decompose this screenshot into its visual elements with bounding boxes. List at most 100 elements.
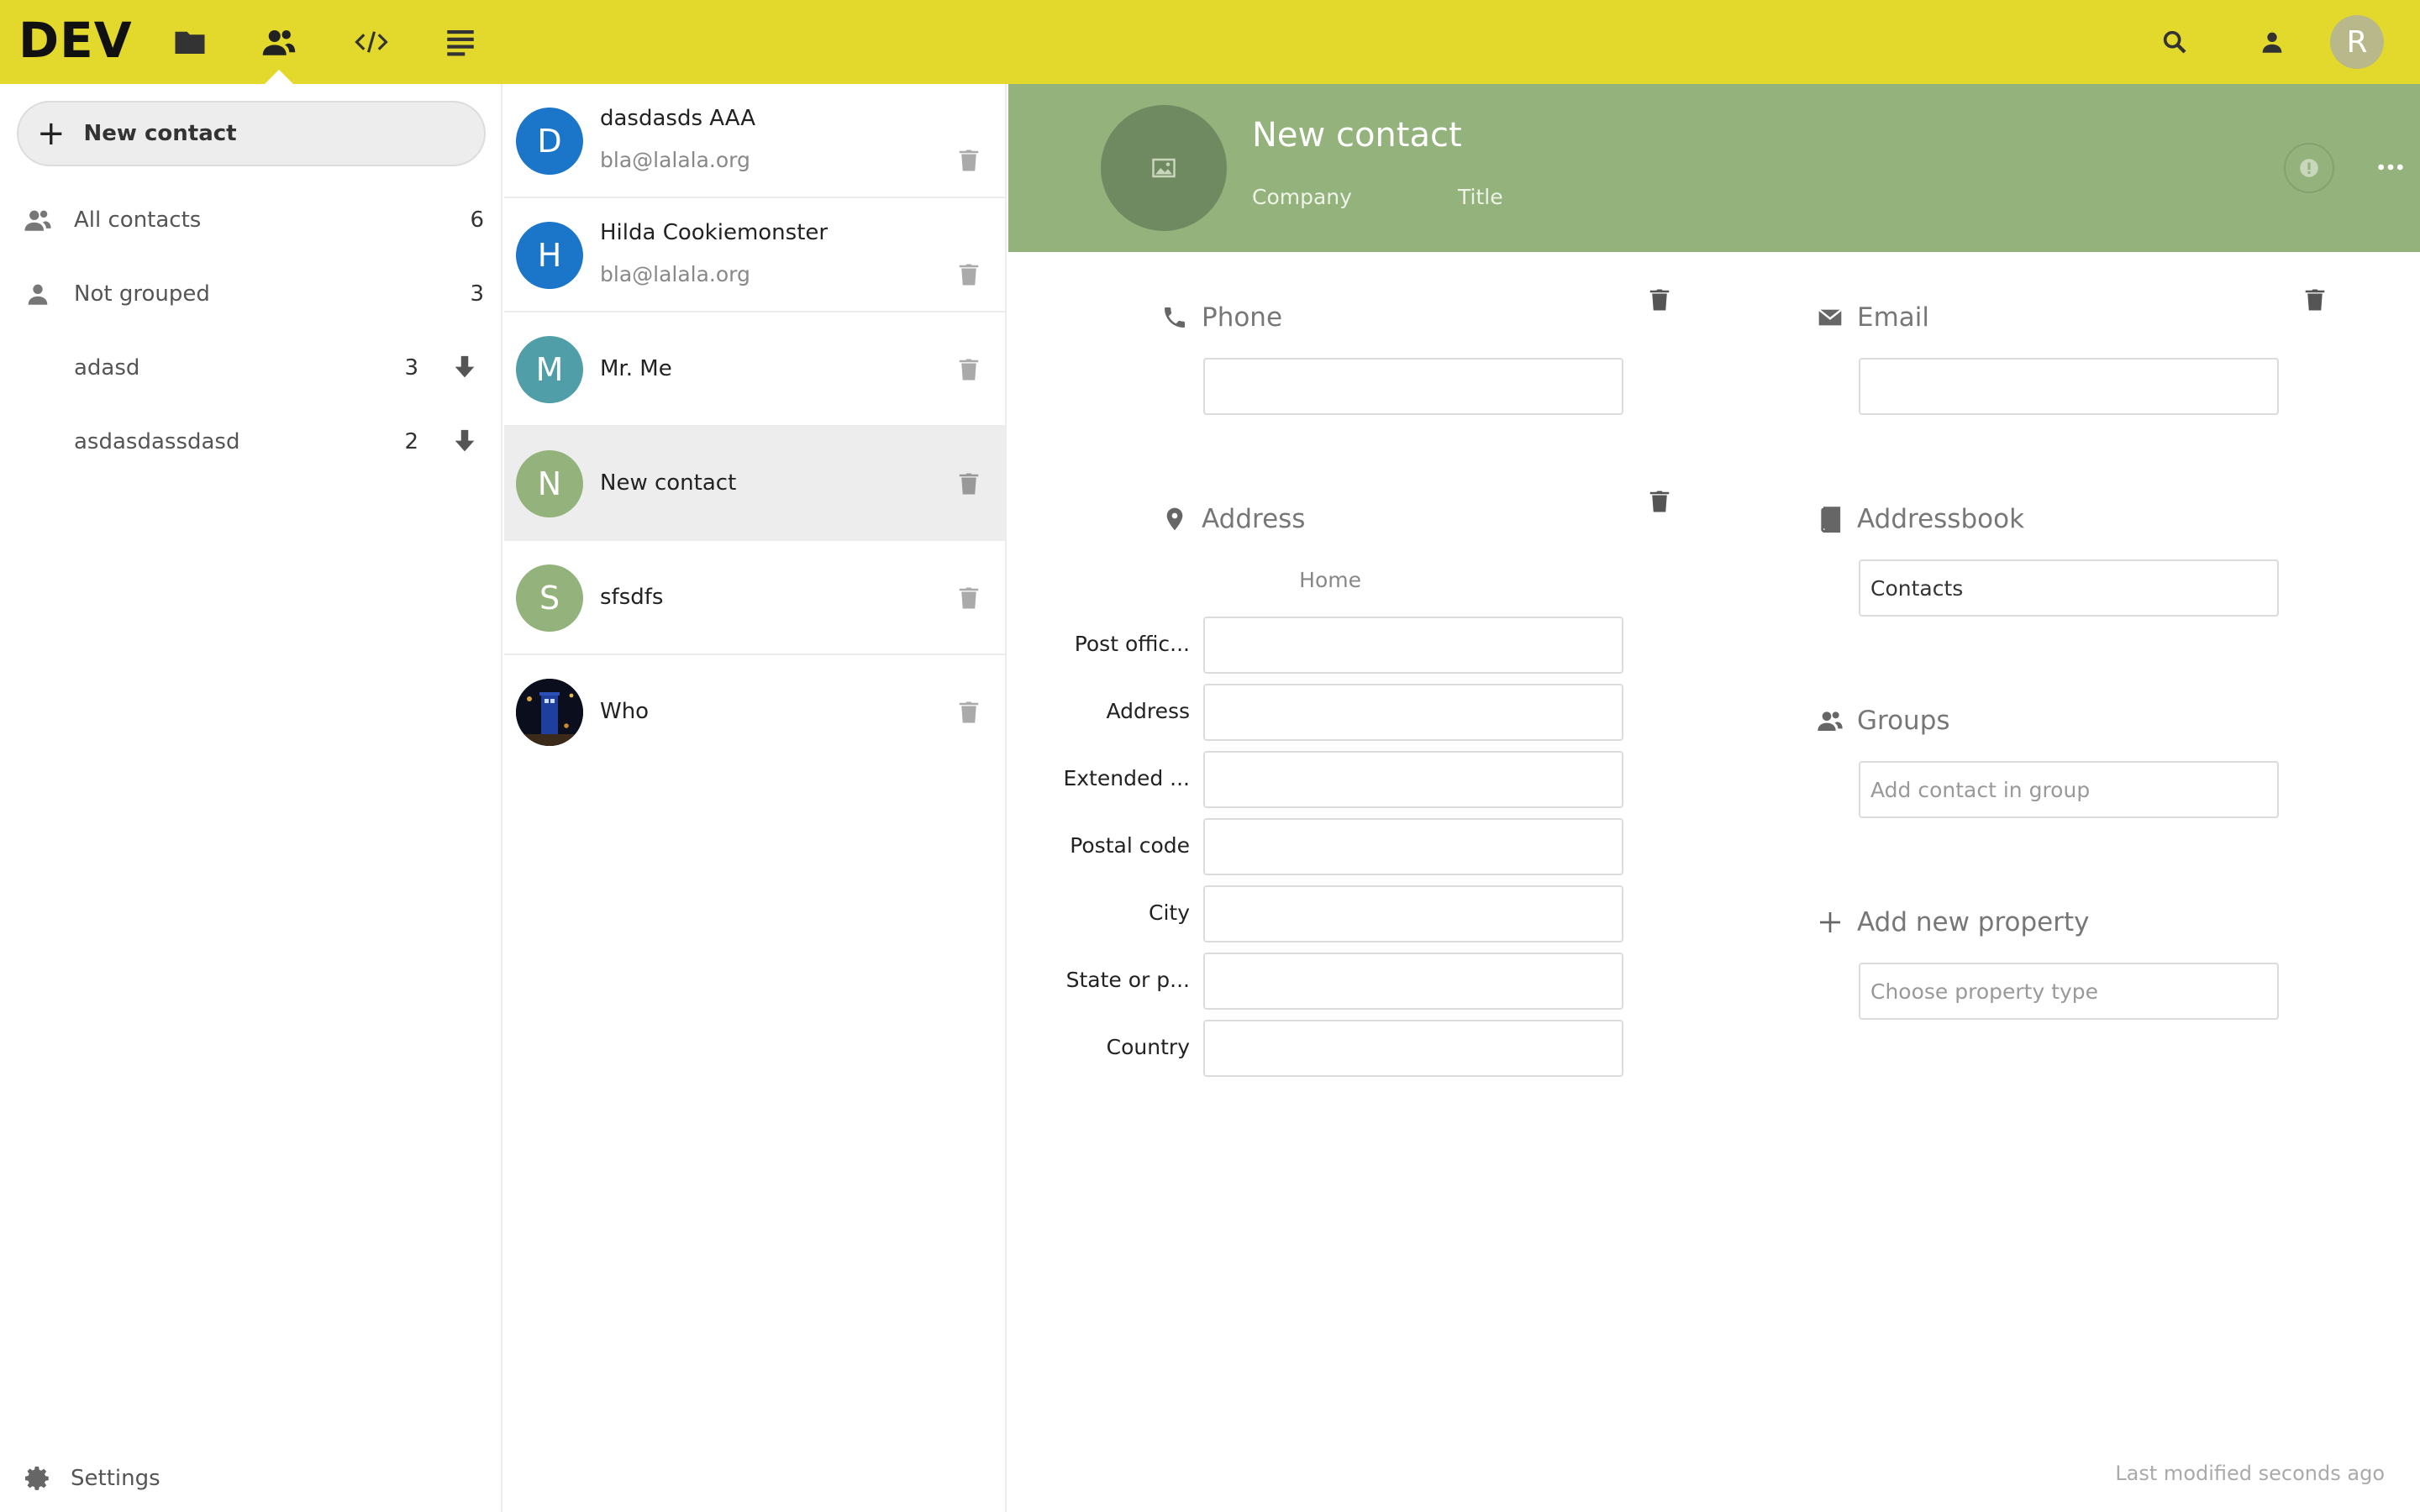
address-field-label: City bbox=[1149, 900, 1190, 925]
addressbook-select[interactable] bbox=[1859, 559, 2279, 617]
trash-icon[interactable] bbox=[956, 355, 981, 384]
post-office-input[interactable] bbox=[1203, 617, 1623, 674]
app-navigation: + New contact All contacts 6 Not grouped… bbox=[0, 84, 502, 1512]
nav-item-all-contacts[interactable]: All contacts 6 bbox=[0, 183, 502, 257]
contact-name: Hilda Cookiemonster bbox=[600, 220, 829, 245]
contact-name: Mr. Me bbox=[600, 356, 672, 381]
dev-logo[interactable]: DEV bbox=[18, 12, 133, 69]
trash-icon[interactable] bbox=[956, 470, 981, 498]
book-icon bbox=[1821, 507, 1841, 533]
contacts-menu-icon bbox=[2262, 32, 2282, 53]
contacts-app-icon[interactable] bbox=[259, 22, 299, 62]
contacts-list: D dasdasds AAA bla@lalala.org H Hilda Co… bbox=[504, 84, 1007, 1512]
settings-label: Settings bbox=[71, 1466, 160, 1491]
address-type-label[interactable]: Home bbox=[1193, 568, 1361, 592]
alert-icon bbox=[2300, 159, 2318, 177]
user-icon bbox=[28, 284, 48, 305]
nav-item-group-adasd[interactable]: adasd 3 bbox=[0, 331, 502, 405]
contacts-icon bbox=[262, 30, 296, 55]
nav-item-label: Not grouped bbox=[74, 281, 210, 307]
nav-item-not-grouped[interactable]: Not grouped 3 bbox=[0, 257, 502, 331]
address-input[interactable] bbox=[1203, 684, 1623, 741]
trash-icon[interactable] bbox=[956, 146, 981, 175]
phone-input[interactable] bbox=[1203, 358, 1623, 415]
contact-name: dasdasds AAA bbox=[600, 106, 756, 131]
warning-button[interactable] bbox=[2284, 143, 2334, 193]
new-contact-button[interactable]: + New contact bbox=[17, 101, 486, 166]
search-button[interactable] bbox=[2154, 22, 2195, 62]
trash-icon[interactable] bbox=[2302, 286, 2328, 314]
contact-list-item[interactable]: H Hilda Cookiemonster bla@lalala.org bbox=[504, 198, 1007, 312]
more-actions-button[interactable] bbox=[2370, 146, 2412, 188]
contact-name-heading[interactable]: New contact bbox=[1252, 116, 1462, 155]
plus-icon bbox=[1820, 912, 1840, 932]
nav-item-label: adasd bbox=[74, 355, 140, 381]
contacts-icon bbox=[24, 210, 51, 231]
email-input[interactable] bbox=[1859, 358, 2279, 415]
location-pin-icon bbox=[1166, 507, 1183, 531]
contact-avatar: N bbox=[516, 450, 583, 517]
country-input[interactable] bbox=[1203, 1020, 1623, 1077]
contact-list-item[interactable]: S sfsdfs bbox=[504, 541, 1007, 655]
address-field-label: Country bbox=[1106, 1035, 1190, 1059]
code-icon bbox=[355, 31, 388, 53]
state-input[interactable] bbox=[1203, 953, 1623, 1010]
trash-icon[interactable] bbox=[1647, 286, 1672, 314]
address-field-label: Address bbox=[1106, 699, 1190, 723]
address-section-title: Address bbox=[1161, 504, 1305, 534]
download-icon[interactable] bbox=[450, 428, 479, 456]
text-lines-icon bbox=[447, 30, 474, 56]
download-icon[interactable] bbox=[450, 354, 479, 382]
contact-avatar: H bbox=[516, 222, 583, 289]
folder-icon bbox=[175, 31, 205, 54]
contact-list-item[interactable]: Who bbox=[504, 655, 1007, 769]
contact-name: Who bbox=[600, 699, 650, 724]
groups-section-title: Groups bbox=[1817, 706, 1950, 736]
contacts-menu-button[interactable] bbox=[2252, 22, 2292, 62]
files-app-icon[interactable] bbox=[170, 22, 210, 62]
nav-item-label: asdasdassdasd bbox=[74, 429, 240, 454]
groups-input[interactable] bbox=[1859, 761, 2279, 818]
active-app-indicator bbox=[264, 70, 294, 85]
contact-email: bla@lalala.org bbox=[600, 148, 750, 172]
nav-item-count: 6 bbox=[470, 207, 484, 233]
nav-item-label: All contacts bbox=[74, 207, 202, 233]
title-field[interactable]: Title bbox=[1458, 185, 1503, 209]
extended-address-input[interactable] bbox=[1203, 751, 1623, 808]
nav-item-group-asdasdassdasd[interactable]: asdasdassdasd 2 bbox=[0, 405, 502, 479]
search-icon bbox=[2163, 30, 2186, 54]
contact-photo-upload[interactable] bbox=[1101, 105, 1227, 231]
address-field-label: Post offic... bbox=[1074, 632, 1190, 656]
company-field[interactable]: Company bbox=[1252, 185, 1352, 209]
address-field-label: Extended ... bbox=[1063, 766, 1190, 790]
contact-list-item-selected[interactable]: N New contact bbox=[504, 427, 1007, 541]
phone-section-title: Phone bbox=[1161, 302, 1282, 333]
trash-icon[interactable] bbox=[956, 584, 981, 612]
trash-icon[interactable] bbox=[956, 260, 981, 289]
contacts-icon bbox=[1818, 711, 1843, 731]
trash-icon[interactable] bbox=[1647, 487, 1672, 516]
email-section-title: Email bbox=[1817, 302, 1929, 333]
contact-name: sfsdfs bbox=[600, 585, 664, 610]
contact-avatar: M bbox=[516, 336, 583, 403]
trash-icon[interactable] bbox=[956, 698, 981, 727]
dev-app-icon[interactable] bbox=[351, 22, 392, 62]
activity-app-icon[interactable] bbox=[440, 22, 481, 62]
image-icon bbox=[1152, 158, 1176, 178]
contact-email: bla@lalala.org bbox=[600, 262, 750, 286]
contact-list-item[interactable]: D dasdasds AAA bla@lalala.org bbox=[504, 84, 1007, 198]
contact-details: New contact Company Title Phone Home Ema… bbox=[1008, 84, 2420, 1512]
more-icon bbox=[2378, 164, 2403, 171]
property-type-select[interactable] bbox=[1859, 963, 2279, 1020]
address-field-label: State or p... bbox=[1065, 968, 1190, 992]
postal-code-input[interactable] bbox=[1203, 818, 1623, 875]
app-header: DEV R bbox=[0, 0, 2420, 85]
city-input[interactable] bbox=[1203, 885, 1623, 942]
settings-button[interactable]: Settings bbox=[0, 1445, 502, 1512]
user-avatar[interactable]: R bbox=[2330, 15, 2384, 69]
nav-item-count: 2 bbox=[404, 429, 418, 454]
addressbook-section-title: Addressbook bbox=[1817, 504, 2024, 534]
contact-avatar: D bbox=[516, 108, 583, 175]
address-field-label: Postal code bbox=[1070, 833, 1190, 858]
contact-list-item[interactable]: M Mr. Me bbox=[504, 312, 1007, 427]
